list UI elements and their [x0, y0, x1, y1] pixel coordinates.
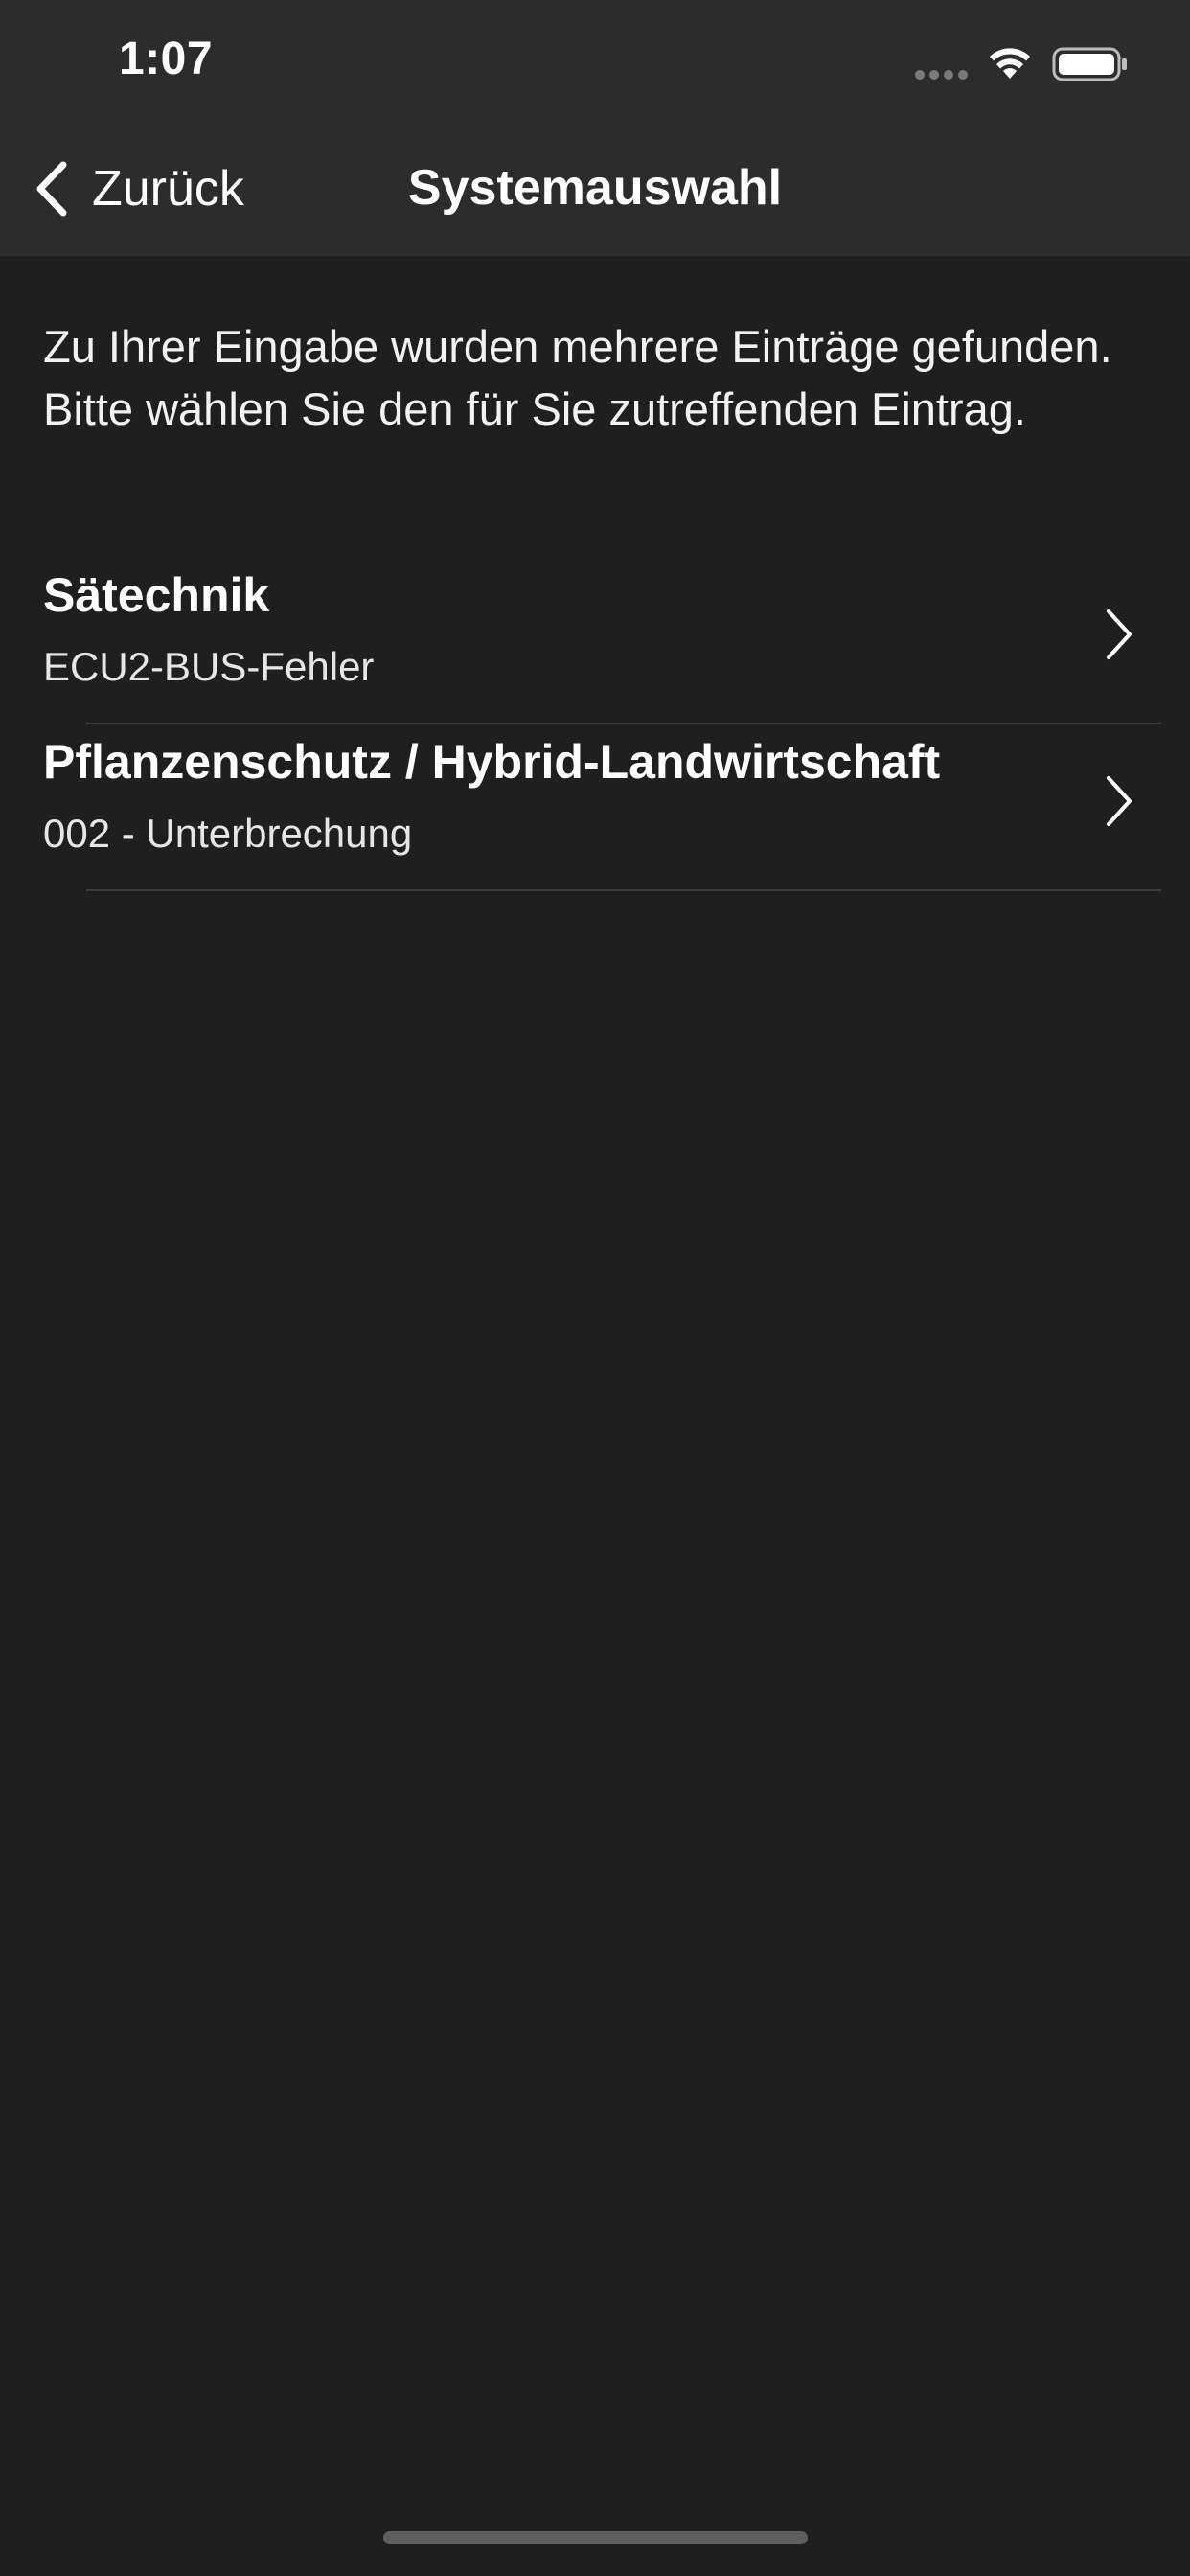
list-item[interactable]: Pflanzenschutz / Hybrid-Landwirtschaft 0…	[0, 724, 1190, 891]
page-title: Systemauswahl	[407, 160, 783, 216]
battery-icon	[1052, 47, 1127, 81]
cellular-signal-icon	[915, 70, 968, 80]
status-bar: 1:07	[0, 0, 1190, 126]
list-item[interactable]: Sätechnik ECU2-BUS-Fehler	[0, 558, 1190, 724]
list-item-title: Pflanzenschutz / Hybrid-Landwirtschaft	[43, 735, 941, 789]
intro-text: Zu Ihrer Eingabe wurden mehrere Einträge…	[43, 321, 1112, 434]
wifi-icon	[990, 48, 1030, 79]
divider	[86, 889, 1161, 891]
chevron-right-icon	[1107, 776, 1132, 826]
status-time: 1:07	[119, 34, 214, 84]
list-item-title: Sätechnik	[43, 568, 270, 622]
system-list: Sätechnik ECU2-BUS-Fehler Pflanzenschutz…	[0, 558, 1190, 891]
list-item-subtitle: 002 - Unterbrechung	[43, 811, 413, 856]
top-bar: 1:07 Zurück Systemauswahl	[0, 0, 1190, 256]
home-indicator[interactable]	[383, 2531, 808, 2544]
chevron-right-icon	[1107, 610, 1132, 659]
navigation-bar: Zurück Systemauswahl	[0, 126, 1190, 256]
list-item-subtitle: ECU2-BUS-Fehler	[43, 644, 375, 689]
